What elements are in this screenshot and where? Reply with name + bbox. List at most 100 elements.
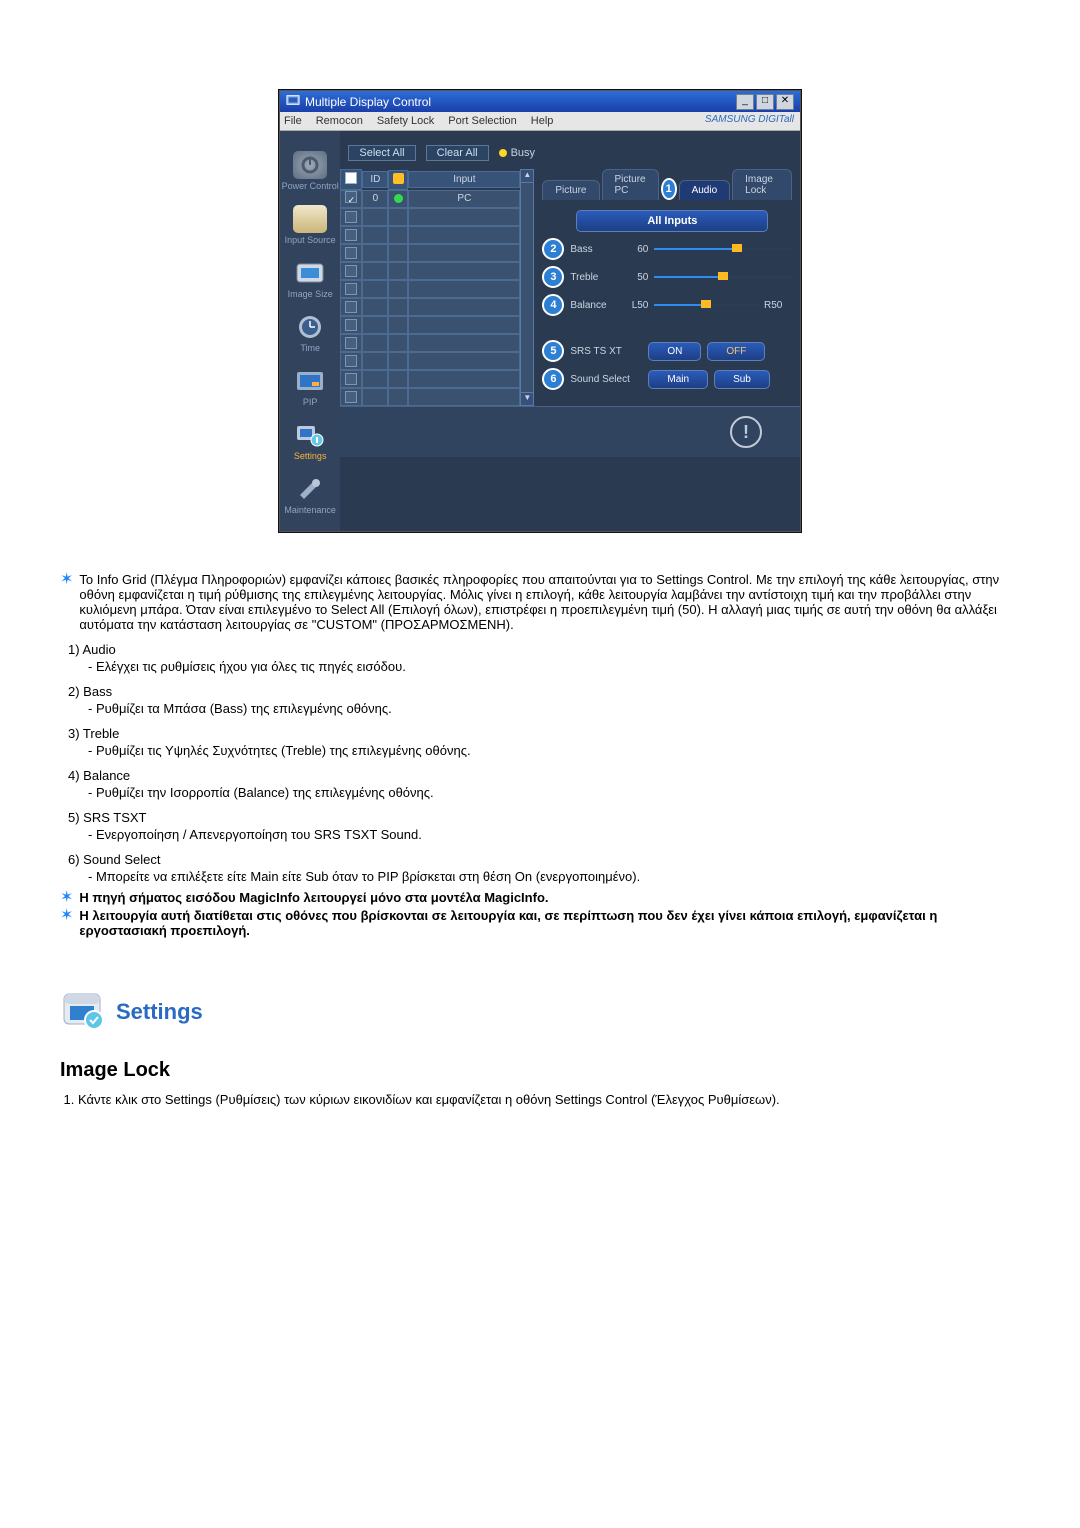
sidebar-item-maintenance[interactable]: Maintenance	[280, 473, 340, 521]
tab-image-lock[interactable]: Image Lock	[732, 169, 792, 200]
badge-1: 1	[661, 178, 677, 200]
row-check[interactable]	[340, 334, 362, 352]
clear-all-button[interactable]: Clear All	[426, 145, 489, 161]
treble-slider[interactable]	[654, 273, 792, 281]
image-lock-step-1: Κάντε κλικ στο Settings (Ρυθμίσεις) των …	[78, 1092, 1020, 1107]
image-size-icon	[293, 259, 327, 287]
list-item-bass: 2) Bass	[68, 684, 1020, 699]
menu-remocon[interactable]: Remocon	[316, 115, 363, 127]
col-type[interactable]	[388, 170, 408, 190]
balance-row: 4 Balance L50 R50	[542, 294, 792, 316]
balance-slider[interactable]	[654, 301, 758, 309]
treble-label: Treble	[570, 272, 618, 283]
minimize-button[interactable]: _	[736, 94, 754, 110]
menubar: File Remocon Safety Lock Port Selection …	[280, 112, 800, 131]
scroll-down-button[interactable]: ▼	[520, 392, 534, 406]
row-check[interactable]	[340, 190, 362, 208]
sound-main-button[interactable]: Main	[648, 370, 708, 389]
settings-cube-icon	[60, 988, 104, 1035]
sidebar-item-pip[interactable]: PIP	[280, 365, 340, 413]
app-window: Multiple Display Control _ □ ✕ File Remo…	[279, 90, 801, 532]
col-id[interactable]: ID	[362, 171, 388, 188]
treble-value: 50	[624, 272, 648, 283]
pip-icon	[293, 367, 327, 395]
row-check[interactable]	[340, 280, 362, 298]
list-item-audio-desc: - Ελέγχει τις ρυθμίσεις ήχου για όλες τι…	[88, 659, 1020, 674]
menu-safety-lock[interactable]: Safety Lock	[377, 115, 434, 127]
scroll-track[interactable]	[520, 183, 534, 392]
sidebar-item-time[interactable]: Time	[280, 311, 340, 359]
sidebar-label: Image Size	[288, 289, 333, 299]
list-item-treble-desc: - Ρυθμίζει τις Υψηλές Συχνότητες (Treble…	[88, 743, 1020, 758]
list-item-audio: 1) Audio	[68, 642, 1020, 657]
list-item-treble: 3) Treble	[68, 726, 1020, 741]
balance-label: Balance	[570, 300, 618, 311]
menu-port-selection[interactable]: Port Selection	[448, 115, 516, 127]
row-check[interactable]	[340, 298, 362, 316]
row-check[interactable]	[340, 208, 362, 226]
list-item-srs-desc: - Ενεργοποίηση / Απενεργοποίηση του SRS …	[88, 827, 1020, 842]
row-check[interactable]	[340, 226, 362, 244]
sidebar-label: PIP	[303, 397, 318, 407]
badge-3: 3	[542, 266, 564, 288]
toolbar: Select All Clear All Busy	[340, 131, 800, 169]
settings-panel: Picture Picture PC 1 Audio Image Lock Al…	[534, 169, 800, 406]
maximize-button[interactable]: □	[756, 94, 774, 110]
row-check[interactable]	[340, 370, 362, 388]
sidebar-item-input-source[interactable]: Input Source	[280, 203, 340, 251]
sidebar-item-settings[interactable]: Settings	[280, 419, 340, 467]
sidebar-label: Power Control	[282, 181, 339, 191]
warning-icon: !	[730, 416, 762, 448]
titlebar: Multiple Display Control _ □ ✕	[280, 91, 800, 112]
row-id: 0	[362, 190, 388, 208]
bass-slider[interactable]	[654, 245, 792, 253]
sound-select-row: 6 Sound Select Main Sub	[542, 368, 792, 390]
row-check[interactable]	[340, 388, 362, 406]
tab-picture[interactable]: Picture	[542, 180, 599, 200]
srs-off-button[interactable]: OFF	[707, 342, 765, 361]
list-item-srs: 5) SRS TSXT	[68, 810, 1020, 825]
list-item-sound-select: 6) Sound Select	[68, 852, 1020, 867]
star-icon: ✶	[60, 908, 73, 924]
image-lock-heading: Image Lock	[60, 1059, 1020, 1082]
maintenance-icon	[293, 475, 327, 503]
badge-2: 2	[542, 238, 564, 260]
busy-label: Busy	[511, 147, 535, 159]
list-item-bass-desc: - Ρυθμίζει τα Μπάσα (Bass) της επιλεγμέν…	[88, 701, 1020, 716]
sidebar-label: Input Source	[285, 235, 336, 245]
all-inputs-button[interactable]: All Inputs	[576, 210, 768, 232]
close-button[interactable]: ✕	[776, 94, 794, 110]
window-buttons: _ □ ✕	[736, 94, 794, 110]
row-check[interactable]	[340, 262, 362, 280]
list-item-balance: 4) Balance	[68, 768, 1020, 783]
sidebar-label: Settings	[294, 451, 327, 461]
srs-on-button[interactable]: ON	[648, 342, 701, 361]
sidebar-item-image-size[interactable]: Image Size	[280, 257, 340, 305]
settings-icon	[293, 421, 327, 449]
row-check[interactable]	[340, 316, 362, 334]
menu-file[interactable]: File	[284, 115, 302, 127]
sound-sub-button[interactable]: Sub	[714, 370, 770, 389]
scroll-up-button[interactable]: ▲	[520, 169, 534, 183]
section-header: Settings	[60, 988, 1020, 1035]
bass-row: 2 Bass 60	[542, 238, 792, 260]
star-icon: ✶	[60, 572, 73, 588]
srs-row: 5 SRS TS XT ON OFF	[542, 340, 792, 362]
tab-picture-pc[interactable]: Picture PC	[602, 169, 659, 200]
balance-value: L50	[624, 300, 648, 311]
treble-row: 3 Treble 50	[542, 266, 792, 288]
row-check[interactable]	[340, 244, 362, 262]
select-all-button[interactable]: Select All	[348, 145, 415, 161]
row-check[interactable]	[340, 352, 362, 370]
sound-select-label: Sound Select	[570, 374, 642, 385]
image-lock-steps: Κάντε κλικ στο Settings (Ρυθμίσεις) των …	[60, 1092, 1020, 1107]
busy-indicator-icon	[499, 149, 507, 157]
menu-help[interactable]: Help	[531, 115, 554, 127]
list-item-sound-select-desc: - Μπορείτε να επιλέξετε είτε Main είτε S…	[88, 869, 1020, 884]
tab-audio[interactable]: Audio	[679, 180, 731, 200]
note-magicinfo: Η πηγή σήματος εισόδου MagicInfo λειτουρ…	[79, 890, 548, 905]
col-input[interactable]: Input	[408, 171, 520, 188]
grid-scrollbar[interactable]: ▲ ▼	[520, 169, 534, 406]
sidebar-item-power-control[interactable]: Power Control	[280, 149, 340, 197]
col-check[interactable]	[340, 169, 362, 190]
